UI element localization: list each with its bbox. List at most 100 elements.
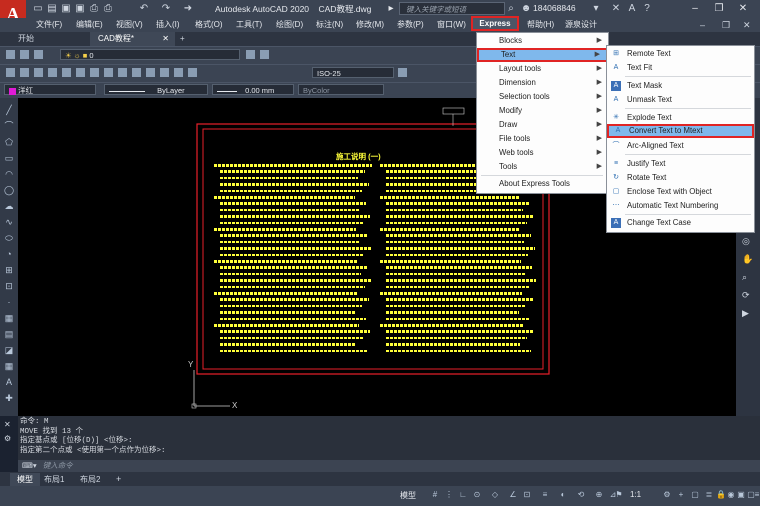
- cart-icon[interactable]: ▾: [590, 3, 602, 15]
- snap-icon[interactable]: ⋮: [444, 490, 454, 500]
- isodraft-icon[interactable]: ◇: [490, 490, 500, 500]
- arc-icon[interactable]: ◠: [3, 168, 15, 180]
- osnap-tracking-icon[interactable]: ∠: [508, 490, 518, 500]
- plot-icon[interactable]: ⎙: [88, 3, 100, 15]
- new-tab-icon[interactable]: +: [180, 32, 196, 46]
- tab-close-icon[interactable]: ✕: [162, 32, 169, 46]
- help-icon[interactable]: ?: [641, 3, 653, 15]
- express-blocks[interactable]: Blocks ▶: [477, 34, 608, 48]
- command-close-icon[interactable]: ✕: [4, 420, 11, 429]
- express-modify[interactable]: Modify ▶: [477, 104, 608, 118]
- model-space-button[interactable]: 模型: [400, 490, 416, 501]
- text-fit-item[interactable]: A Text Fit: [607, 61, 754, 75]
- gradient-icon[interactable]: ▤: [3, 328, 15, 340]
- menu-edit[interactable]: 编辑(E): [76, 18, 103, 32]
- continue-dim-icon[interactable]: [132, 68, 141, 77]
- express-text[interactable]: Text ▶: [477, 48, 608, 62]
- menu-dimension[interactable]: 标注(N): [316, 18, 343, 32]
- unmask-text-item[interactable]: A Unmask Text: [607, 93, 754, 107]
- command-settings-icon[interactable]: ⚙: [4, 434, 11, 443]
- layer-dropdown[interactable]: ☀ ☼ ■ 0: [60, 49, 240, 60]
- quick-dim-icon[interactable]: [104, 68, 113, 77]
- new-file-icon[interactable]: ▭: [32, 3, 44, 15]
- aligned-dim-icon[interactable]: [20, 68, 29, 77]
- polar-icon[interactable]: ⊙: [472, 490, 482, 500]
- menu-view[interactable]: 视图(V): [116, 18, 143, 32]
- lock-ui-icon[interactable]: 🔒: [716, 490, 726, 500]
- remote-text-item[interactable]: ⊞ Remote Text: [607, 47, 754, 61]
- menu-help[interactable]: 帮助(H): [527, 18, 554, 32]
- menu-tools[interactable]: 工具(T): [236, 18, 262, 32]
- make-block-icon[interactable]: ⊡: [3, 280, 15, 292]
- selection-cycling-icon[interactable]: ⟲: [576, 490, 586, 500]
- hatch-icon[interactable]: ▦: [3, 312, 15, 324]
- menu-insert[interactable]: 插入(I): [156, 18, 180, 32]
- customize-icon[interactable]: ≡: [752, 490, 760, 500]
- menu-file[interactable]: 文件(F): [36, 18, 62, 32]
- redo-icon[interactable]: ↷: [160, 3, 172, 15]
- user-icon[interactable]: ☻: [520, 3, 532, 15]
- undo-icon[interactable]: ↶: [138, 3, 150, 15]
- ellipse-arc-icon[interactable]: ◔: [3, 248, 15, 260]
- transparency-icon[interactable]: ◐: [558, 490, 568, 500]
- express-tools[interactable]: Tools ▶: [477, 160, 608, 174]
- menu-parametric[interactable]: 参数(P): [397, 18, 424, 32]
- lineweight-dropdown[interactable]: 0.00 mm: [212, 84, 294, 95]
- command-input[interactable]: ⌨▾ 键入命令: [18, 460, 760, 472]
- print-icon[interactable]: ⎙: [102, 3, 114, 15]
- 3d-osnap-icon[interactable]: ⊕: [594, 490, 604, 500]
- menu-restore-icon[interactable]: ❐: [722, 20, 730, 31]
- dim-update-icon[interactable]: [188, 68, 197, 77]
- grid-icon[interactable]: #: [430, 490, 440, 500]
- text-case-item[interactable]: A Change Text Case: [607, 216, 754, 230]
- annotation-monitor-icon[interactable]: +: [676, 490, 686, 500]
- menu-format[interactable]: 格式(O): [195, 18, 223, 32]
- radius-dim-icon[interactable]: [62, 68, 71, 77]
- close-icon[interactable]: ✕: [736, 2, 750, 16]
- save-as-icon[interactable]: ▣: [74, 3, 86, 15]
- express-draw[interactable]: Draw ▶: [477, 118, 608, 132]
- layer-previous-icon[interactable]: [34, 50, 43, 59]
- ordinate-dim-icon[interactable]: [48, 68, 57, 77]
- insert-block-icon[interactable]: ⊞: [3, 264, 15, 276]
- center-mark-icon[interactable]: [160, 68, 169, 77]
- linear-dim-icon[interactable]: [6, 68, 15, 77]
- baseline-dim-icon[interactable]: [118, 68, 127, 77]
- layer-state-icon[interactable]: [20, 50, 29, 59]
- menu-draw[interactable]: 绘图(D): [276, 18, 303, 32]
- add-layout-icon[interactable]: +: [116, 472, 121, 486]
- save-icon[interactable]: ▣: [60, 3, 72, 15]
- arc-text-item[interactable]: ⌒ Arc-Aligned Text: [607, 139, 754, 153]
- plotstyle-dropdown[interactable]: ByColor: [298, 84, 384, 95]
- diameter-dim-icon[interactable]: [76, 68, 85, 77]
- menu-express[interactable]: Express: [471, 16, 519, 31]
- mtext-icon[interactable]: A: [3, 376, 15, 388]
- annotation-scale[interactable]: 1:1: [630, 490, 641, 499]
- menu-window[interactable]: 窗口(W): [437, 18, 466, 32]
- text-numbering-item[interactable]: ⋯ Automatic Text Numbering: [607, 199, 754, 213]
- express-file-tools[interactable]: File tools ▶: [477, 132, 608, 146]
- showmotion-icon[interactable]: ▶: [742, 308, 749, 319]
- menu-close-icon[interactable]: ✕: [743, 20, 751, 31]
- search-input[interactable]: 键入关键字或短语: [399, 2, 505, 15]
- linetype-dropdown[interactable]: ByLayer: [104, 84, 208, 95]
- express-selection-tools[interactable]: Selection tools ▶: [477, 90, 608, 104]
- osnap-icon[interactable]: ⊡: [522, 490, 532, 500]
- add-selected-icon[interactable]: ✚: [3, 392, 15, 404]
- share-icon[interactable]: ➜: [182, 3, 194, 15]
- enclose-text-item[interactable]: ▢ Enclose Text with Object: [607, 185, 754, 199]
- lineweight-icon[interactable]: ≡: [540, 490, 550, 500]
- pan-icon[interactable]: ✋: [742, 254, 753, 265]
- express-layout-tools[interactable]: Layout tools ▶: [477, 62, 608, 76]
- expand-icon[interactable]: ▸: [385, 3, 397, 15]
- menu-modify[interactable]: 修改(M): [356, 18, 384, 32]
- quick-properties-icon[interactable]: ≣: [704, 490, 714, 500]
- tab-cad-tutorial[interactable]: CAD教程* ✕: [90, 32, 175, 46]
- dimstyle-manager-icon[interactable]: [398, 68, 407, 77]
- justify-text-item[interactable]: ≡ Justify Text: [607, 157, 754, 171]
- open-file-icon[interactable]: ▤: [46, 3, 58, 15]
- ortho-icon[interactable]: ∟: [458, 490, 468, 500]
- table-icon[interactable]: ▦: [3, 360, 15, 372]
- tab-layout2[interactable]: 布局2: [80, 473, 100, 486]
- tab-start[interactable]: 开始: [10, 32, 70, 46]
